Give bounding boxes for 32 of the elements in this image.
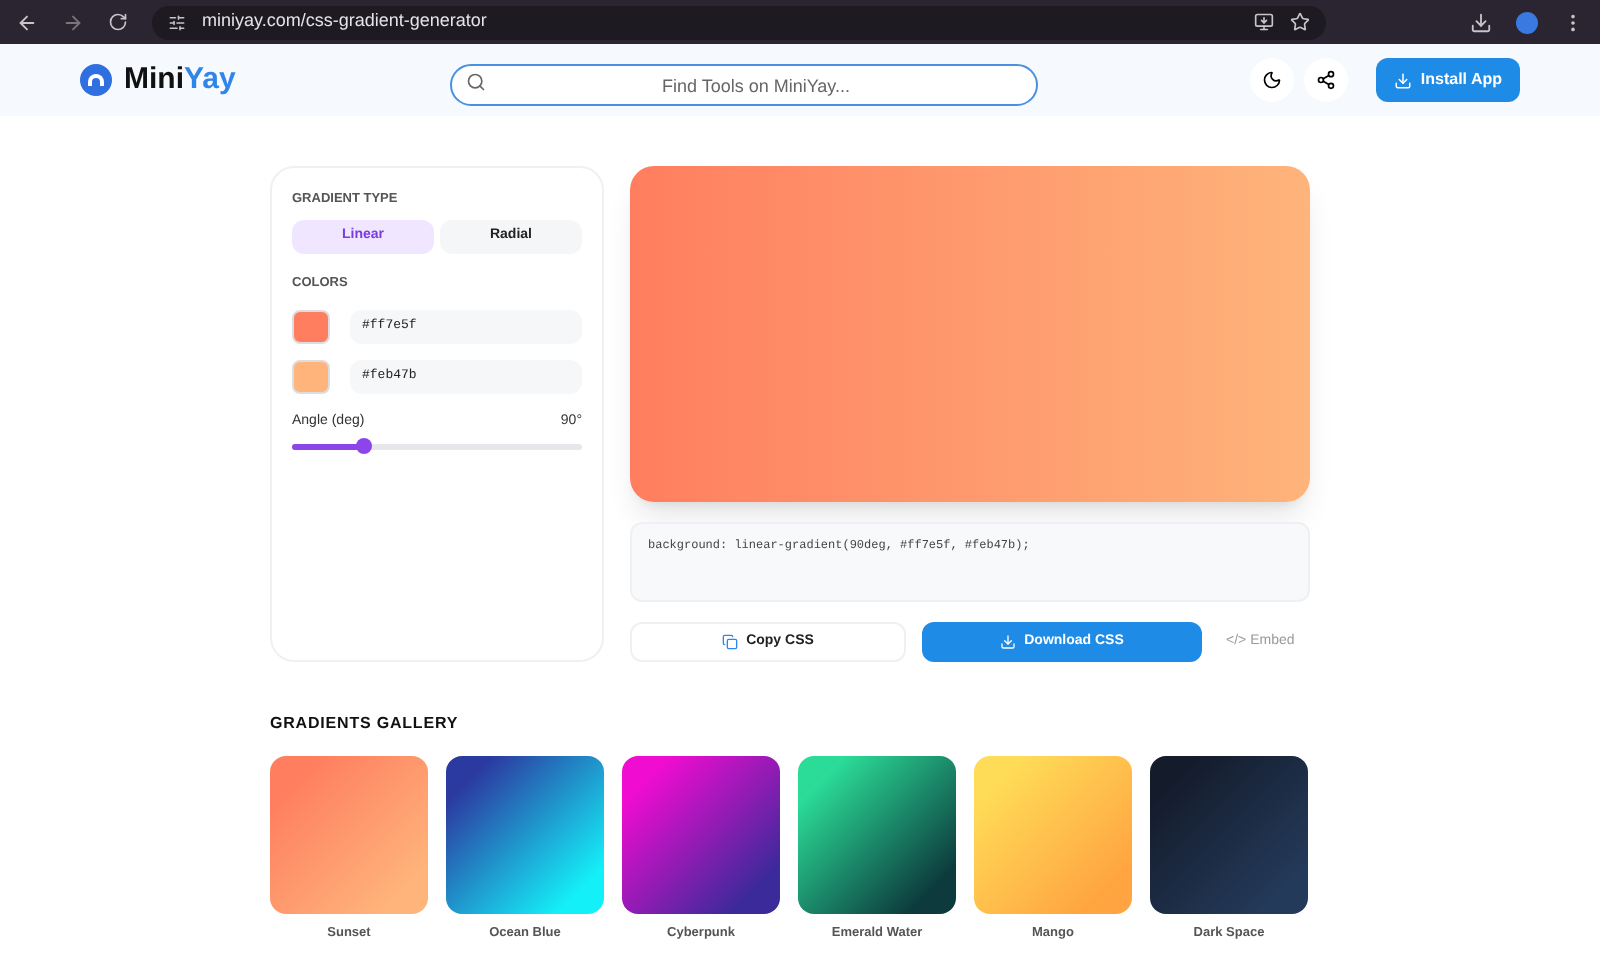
copy-icon xyxy=(722,634,739,650)
download-icon xyxy=(1394,71,1413,89)
gradient-tile[interactable] xyxy=(1150,756,1308,914)
profile-icon[interactable] xyxy=(1516,11,1538,33)
back-icon[interactable] xyxy=(16,11,38,33)
share-icon xyxy=(1316,70,1337,90)
download-icon[interactable] xyxy=(1470,11,1492,33)
color-swatch[interactable] xyxy=(292,309,330,343)
gradient-tile[interactable] xyxy=(798,756,956,914)
angle-slider[interactable] xyxy=(292,438,582,454)
search-field[interactable]: Find Tools on MiniYay... xyxy=(450,64,1038,106)
share-button[interactable] xyxy=(1304,58,1349,102)
url-text: miniyay.com/css-gradient-generator xyxy=(202,8,487,35)
bookmark-icon[interactable] xyxy=(1290,12,1310,32)
gradient-tile[interactable] xyxy=(974,756,1132,914)
theme-toggle-button[interactable] xyxy=(1250,58,1295,102)
site-info-icon[interactable] xyxy=(168,13,186,31)
gradient-tile[interactable] xyxy=(446,756,604,914)
logo-icon xyxy=(80,64,112,96)
moon-icon xyxy=(1262,70,1283,90)
gallery-title: GRADIENTS GALLERY xyxy=(270,714,459,732)
address-bar[interactable]: miniyay.com/css-gradient-generator xyxy=(152,5,1326,39)
color-swatch[interactable] xyxy=(292,359,330,393)
slider-thumb[interactable] xyxy=(356,438,373,454)
install-app-button[interactable]: Install App xyxy=(1376,58,1520,102)
gradient-tile[interactable] xyxy=(270,756,428,914)
gradient-tile[interactable] xyxy=(622,756,780,914)
install-icon[interactable] xyxy=(1254,12,1274,32)
reload-icon[interactable] xyxy=(108,12,128,32)
download-icon xyxy=(1000,634,1017,650)
brand-name[interactable]: MiniYay xyxy=(124,57,236,103)
search-icon xyxy=(466,71,486,91)
